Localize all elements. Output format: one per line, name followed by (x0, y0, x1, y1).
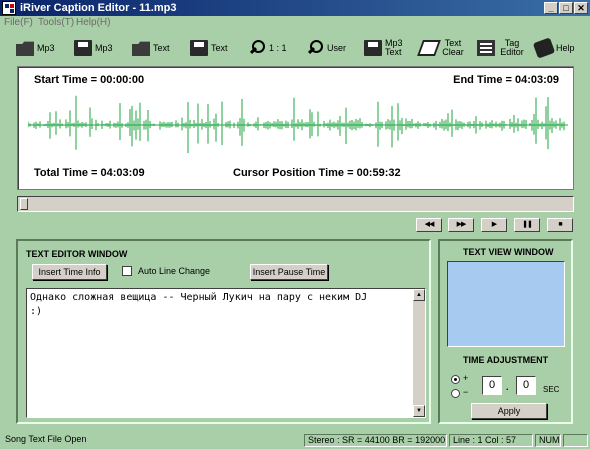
menu-file[interactable]: File(F) (4, 17, 33, 28)
num-lock-indicator: NUM (535, 434, 561, 447)
minus-label: − (463, 387, 469, 397)
text-area-scrollbar[interactable]: ▲ ▼ (413, 289, 425, 417)
minus-radio[interactable] (451, 389, 460, 398)
zoom-1-1-button[interactable]: 1 : 1 (248, 36, 287, 60)
tag-editor-icon (477, 40, 495, 56)
insert-time-info-button[interactable]: Insert Time Info (32, 264, 107, 280)
help-button[interactable]: Help (532, 36, 575, 60)
time-adjustment-title: TIME ADJUSTMENT (463, 355, 549, 365)
menu-bar: File(F) Tools(T) Help(H) (0, 16, 590, 30)
status-bar: Song Text File Open Stereo : SR = 44100 … (0, 433, 590, 449)
waveform-panel[interactable]: Start Time = 00:00:00 End Time = 04:03:0… (17, 66, 574, 190)
plus-radio[interactable] (451, 375, 460, 384)
save-disk-icon (190, 40, 208, 56)
window-title: iRiver Caption Editor - 11.mp3 (20, 2, 177, 14)
open-text-label: Text (153, 42, 170, 53)
audio-info: Stereo : SR = 44100 BR = 192000 (304, 434, 447, 447)
play-button[interactable]: ▶ (481, 218, 507, 232)
eraser-icon (417, 40, 441, 56)
save-mp3-label: Mp3 (95, 42, 113, 53)
total-time-label: Total Time = 04:03:09 (34, 167, 145, 179)
insert-pause-time-button[interactable]: Insert Pause Time (250, 264, 328, 280)
status-extra (563, 434, 588, 447)
cursor-position-status: Line : 1 Col : 57 (449, 434, 533, 447)
position-slider[interactable] (17, 196, 574, 212)
mp3-text-button[interactable]: Mp3 Text (364, 36, 407, 60)
auto-line-change-label: Auto Line Change (138, 266, 211, 276)
zoom-user-button[interactable]: User (306, 36, 346, 60)
tag-editor-button[interactable]: Tag Editor (477, 36, 526, 60)
sec-label: SEC (543, 385, 560, 394)
open-folder-icon (16, 41, 34, 56)
mp3-text-label: Mp3 Text (385, 38, 403, 57)
seconds-input[interactable]: 0 (482, 376, 502, 395)
menu-tools[interactable]: Tools(T) (38, 17, 74, 28)
save-mp3-button[interactable]: Mp3 (74, 36, 113, 60)
fast-forward-button[interactable]: ▶▶ (448, 218, 474, 232)
help-book-icon (532, 37, 556, 59)
zoom-icon (248, 40, 266, 56)
tag-editor-label: Tag Editor (500, 38, 524, 57)
toolbar: Mp3 Mp3 Text Text 1 : 1 User Mp3 Text Te… (0, 34, 590, 62)
save-text-label: Text (211, 42, 228, 53)
mp3-text-icon (364, 40, 382, 56)
stop-button[interactable]: ■ (547, 218, 573, 232)
title-bar: iRiver Caption Editor - 11.mp3 _ □ ✕ (0, 0, 590, 16)
zoom-user-label: User (327, 42, 347, 53)
cursor-position-label: Cursor Position Time = 00:59:32 (233, 167, 401, 179)
save-disk-icon (74, 40, 92, 56)
text-view-title: TEXT VIEW WINDOW (463, 247, 554, 257)
status-message: Song Text File Open (5, 434, 87, 444)
text-clear-button[interactable]: Text Clear (417, 36, 465, 60)
slider-thumb[interactable] (20, 198, 28, 210)
decimal-separator: . (506, 382, 509, 392)
maximize-button[interactable]: □ (559, 2, 573, 14)
close-button[interactable]: ✕ (574, 2, 588, 14)
text-editor-title: TEXT EDITOR WINDOW (26, 249, 128, 259)
text-clear-label: Text Clear (442, 38, 464, 57)
start-time-label: Start Time = 00:00:00 (34, 74, 145, 86)
app-icon (2, 1, 16, 15)
text-view-display (447, 261, 565, 347)
minimize-button[interactable]: _ (544, 2, 558, 14)
zoom-1-1-label: 1 : 1 (269, 42, 287, 53)
open-mp3-button[interactable]: Mp3 (16, 36, 55, 60)
open-folder-icon (132, 41, 150, 56)
fraction-input[interactable]: 0 (516, 376, 536, 395)
pause-button[interactable]: ❚❚ (514, 218, 540, 232)
caption-text-area[interactable]: Однако сложная вещица -- Черный Лукич на… (26, 288, 426, 418)
scroll-up-icon[interactable]: ▲ (413, 289, 425, 301)
zoom-icon (306, 40, 324, 56)
open-mp3-label: Mp3 (37, 42, 55, 53)
rewind-button[interactable]: ◀◀ (416, 218, 442, 232)
plus-label: + (463, 373, 469, 383)
waveform-graph[interactable] (28, 93, 568, 157)
scroll-down-icon[interactable]: ▼ (413, 405, 425, 417)
open-text-button[interactable]: Text (132, 36, 170, 60)
end-time-label: End Time = 04:03:09 (453, 74, 559, 86)
help-label: Help (556, 42, 575, 53)
auto-line-change-checkbox[interactable] (122, 266, 132, 276)
save-text-button[interactable]: Text (190, 36, 228, 60)
apply-button[interactable]: Apply (471, 403, 547, 419)
menu-help[interactable]: Help(H) (76, 17, 110, 28)
